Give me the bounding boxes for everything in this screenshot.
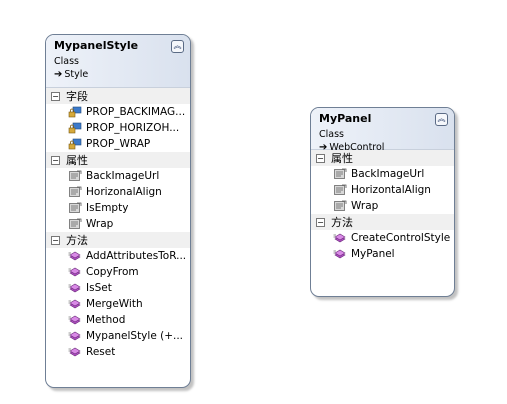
member-row[interactable]: AddAttributesToR... [46,248,190,264]
member-row[interactable]: PROP_HORIZOH... [46,120,190,136]
member-label: HorizonalAlign [86,186,162,198]
member-label: CopyFrom [86,266,139,278]
section-header[interactable]: − 属性 [46,152,190,168]
collapse-section-icon[interactable]: − [51,155,60,165]
member-label: CreateControlStyle [351,232,451,244]
member-label: Wrap [86,218,114,230]
member-label: Wrap [351,200,379,212]
method-icon [68,282,82,294]
base-class-name: Style [64,69,89,80]
member-row[interactable]: MergeWith [46,296,190,312]
collapse-button[interactable]: ︽ [435,113,448,126]
member-label: AddAttributesToR... [86,250,187,262]
field-lock-icon [68,106,82,118]
member-row[interactable]: CreateControlStyle [311,230,454,246]
member-row[interactable]: PROP_WRAP [46,136,190,152]
collapse-button[interactable]: ︽ [171,40,184,53]
class-name: MypanelStyle [54,39,139,52]
property-icon [333,184,347,196]
member-label: BackImageUrl [86,170,160,182]
section-header[interactable]: − 方法 [46,232,190,248]
member-row[interactable]: IsEmpty [46,200,190,216]
method-icon [68,314,82,326]
class-sections: − 属性 BackImageUrl HorizontalAlign Wrap − 方法 Cre… [311,150,454,262]
property-icon [333,168,347,180]
member-label: IsEmpty [86,202,129,214]
method-icon [333,232,347,244]
member-row[interactable]: BackImageUrl [311,166,454,182]
section-title: 方法 [331,216,353,229]
member-label: MypanelStyle (+... [86,330,184,342]
class-kind: Class [54,56,79,67]
section-title: 字段 [66,90,88,103]
member-row[interactable]: HorizontalAlign [311,182,454,198]
inherit-arrow-icon: ➔ [319,142,328,153]
member-label: MyPanel [351,248,395,260]
method-icon [68,266,82,278]
property-icon [68,170,82,182]
member-label: PROP_BACKIMAG... [86,106,186,118]
class-header: MypanelStyle Class ➔ Style ︽ [46,35,190,88]
class-name: MyPanel [319,112,372,125]
class-kind: Class [319,129,344,140]
inherit-arrow-icon: ➔ [54,69,63,80]
base-class: ➔ WebControl [319,141,446,154]
member-row[interactable]: Wrap [46,216,190,232]
class-header: MyPanel Class ➔ WebControl ︽ [311,108,454,153]
member-row[interactable]: PROP_BACKIMAG... [46,104,190,120]
class-box-mypanel[interactable]: MyPanel Class ➔ WebControl ︽ − 属性 BackImag… [310,107,455,297]
collapse-section-icon[interactable]: − [51,91,60,101]
member-label: IsSet [86,282,112,294]
section-title: 方法 [66,234,88,247]
member-row[interactable]: HorizonalAlign [46,184,190,200]
member-row[interactable]: IsSet [46,280,190,296]
collapse-section-icon[interactable]: − [316,153,325,163]
member-label: MergeWith [86,298,143,310]
section-header[interactable]: − 字段 [46,88,190,104]
method-icon [68,346,82,358]
class-box-mypanelstyle[interactable]: MypanelStyle Class ➔ Style ︽ − 字段 PROP_BAC… [45,34,191,388]
property-icon [68,202,82,214]
field-lock-icon [68,138,82,150]
section-title: 属性 [66,154,88,167]
method-icon [68,330,82,342]
member-row[interactable]: Method [46,312,190,328]
collapse-section-icon[interactable]: − [51,235,60,245]
class-sections: − 字段 PROP_BACKIMAG... PROP_HORIZOH... PROP_W… [46,88,190,360]
collapse-section-icon[interactable]: − [316,217,325,227]
property-icon [68,218,82,230]
method-icon [333,248,347,260]
member-label: BackImageUrl [351,168,425,180]
member-row[interactable]: CopyFrom [46,264,190,280]
member-row[interactable]: MypanelStyle (+... [46,328,190,344]
member-row[interactable]: Reset [46,344,190,360]
base-class: ➔ Style [54,68,182,81]
section-header[interactable]: − 方法 [311,214,454,230]
member-label: PROP_WRAP [86,138,151,150]
property-icon [68,186,82,198]
member-label: Method [86,314,126,326]
member-row[interactable]: Wrap [311,198,454,214]
field-lock-icon [68,122,82,134]
method-icon [68,298,82,310]
member-label: Reset [86,346,116,358]
method-icon [68,250,82,262]
member-label: HorizontalAlign [351,184,431,196]
base-class-name: WebControl [329,142,385,153]
property-icon [333,200,347,212]
member-row[interactable]: MyPanel [311,246,454,262]
member-row[interactable]: BackImageUrl [46,168,190,184]
member-label: PROP_HORIZOH... [86,122,180,134]
